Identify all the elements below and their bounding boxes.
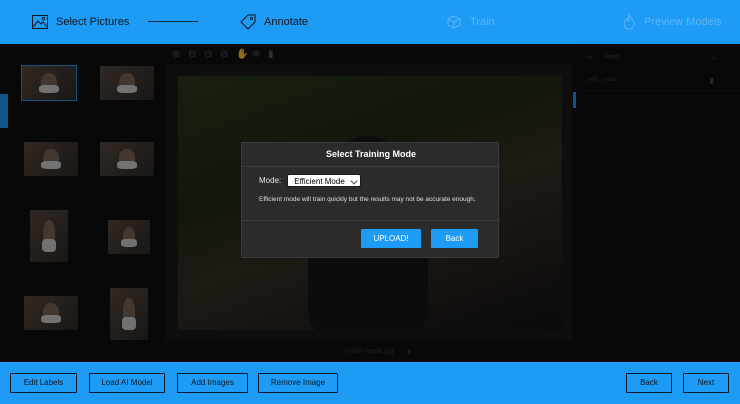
cube-icon bbox=[447, 15, 461, 29]
stepper: Select Pictures Annotate Train Preview M… bbox=[0, 0, 740, 44]
mode-row: Mode: Efficient Mode bbox=[259, 174, 362, 187]
remove-image-button[interactable]: Remove Image bbox=[258, 373, 338, 393]
step-preview-models: Preview Models bbox=[622, 11, 722, 33]
step-annotate[interactable]: Annotate bbox=[240, 11, 308, 33]
add-images-button[interactable]: Add Images bbox=[177, 373, 248, 393]
dialog-back-button[interactable]: Back bbox=[431, 229, 478, 248]
step-label: Annotate bbox=[264, 16, 309, 28]
divider bbox=[242, 220, 500, 221]
mode-selected-value: Efficient Mode bbox=[294, 177, 345, 186]
mode-select[interactable]: Efficient Mode bbox=[287, 174, 362, 187]
flame-icon bbox=[623, 14, 635, 30]
upload-button[interactable]: UPLOAD! bbox=[361, 229, 421, 248]
back-button[interactable]: Back bbox=[626, 373, 672, 393]
next-button[interactable]: Next bbox=[683, 373, 729, 393]
step-label: Preview Models bbox=[644, 16, 722, 28]
chevron-down-icon bbox=[350, 177, 358, 185]
app-root: Select Pictures Annotate Train Preview M… bbox=[0, 0, 740, 404]
training-mode-dialog: Select Training Mode Mode: Efficient Mod… bbox=[241, 142, 500, 258]
dialog-title: Select Training Mode bbox=[325, 149, 417, 159]
step-connector bbox=[148, 21, 198, 22]
bottom-bar: Edit Labels Load AI Model Add Images Rem… bbox=[0, 362, 740, 404]
edit-labels-button[interactable]: Edit Labels bbox=[10, 373, 77, 393]
mode-label: Mode: bbox=[259, 176, 282, 185]
divider bbox=[242, 166, 500, 167]
step-label: Select Pictures bbox=[56, 16, 130, 28]
step-train: Train bbox=[446, 11, 495, 33]
image-icon bbox=[32, 15, 48, 29]
step-label: Train bbox=[470, 16, 495, 28]
mode-description: Efficient mode will train quickly but th… bbox=[259, 196, 476, 203]
step-select-pictures[interactable]: Select Pictures bbox=[32, 11, 129, 33]
load-ai-model-button[interactable]: Load AI Model bbox=[89, 373, 165, 393]
tag-icon bbox=[240, 14, 256, 30]
